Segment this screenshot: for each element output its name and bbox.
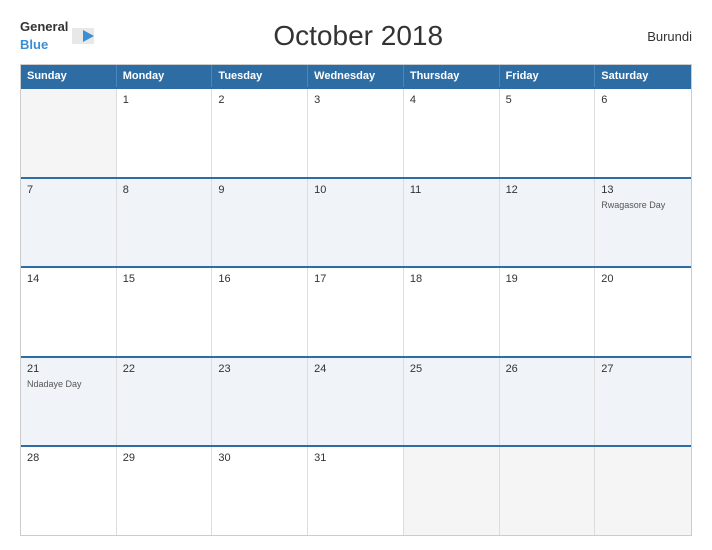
day-cell-w4-d7: 27 [595,358,691,446]
day-number: 25 [410,363,493,375]
day-number: 26 [506,363,589,375]
day-number: 24 [314,363,397,375]
day-number: 31 [314,452,397,464]
country-name: Burundi [622,29,692,44]
day-number: 14 [27,273,110,285]
weeks-container: 12345678910111213Rwagasore Day1415161718… [21,87,691,535]
week-row-2: 7 89 10 11 12 13 Rwagasore Day [21,177,691,267]
week-row-1: 123456 [21,87,691,177]
day-cell-w5-d1: 28 [21,447,117,535]
day-cell-w2-d4: 10 [308,179,404,267]
day-number: 2 [218,94,301,106]
day-cell-w5-d3: 30 [212,447,308,535]
day-number: 12 [506,184,589,196]
logo: General Blue [20,18,94,54]
day-number: 10 [314,184,397,196]
day-cell-w1-d3: 2 [212,89,308,177]
day-number: 4 [410,94,493,106]
day-cell-w5-d7 [595,447,691,535]
header-friday: Friday [500,65,596,87]
logo-text: General Blue [20,18,68,54]
logo-blue-text: Blue [20,37,48,52]
logo-flag-icon [72,28,94,44]
day-cell-w4-d5: 25 [404,358,500,446]
header-tuesday: Tuesday [212,65,308,87]
day-cell-w1-d5: 4 [404,89,500,177]
week-row-5: 28 29 30 31 [21,445,691,535]
day-cell-w3-d7: 20 [595,268,691,356]
day-cell-w1-d4: 3 [308,89,404,177]
day-cell-w2-d7: 13 Rwagasore Day [595,179,691,267]
week-row-3: 14 15 16 17 18 19 20 [21,266,691,356]
day-cell-w1-d6: 5 [500,89,596,177]
day-number: 1 [123,94,206,106]
day-cell-w3-d5: 18 [404,268,500,356]
day-number: 28 [27,452,110,464]
day-number: 19 [506,273,589,285]
day-number: 23 [218,363,301,375]
day-cell-w5-d6 [500,447,596,535]
day-number: 27 [601,363,685,375]
day-number: 8 [123,184,206,196]
day-cell-w3-d4: 17 [308,268,404,356]
day-cell-w4-d1: 21 Ndadaye Day [21,358,117,446]
day-number: 6 [601,94,685,106]
calendar-page: General Blue October 2018 Burundi Sunday… [0,0,712,550]
day-number: 9 [218,184,301,196]
day-number: 11 [410,184,493,196]
day-cell-w2-d2: 8 [117,179,213,267]
calendar-header: General Blue October 2018 Burundi [20,18,692,54]
day-cell-w3-d3: 16 [212,268,308,356]
day-number: 3 [314,94,397,106]
day-number: 21 [27,363,110,375]
day-cell-w4-d2: 22 [117,358,213,446]
day-cell-w5-d4: 31 [308,447,404,535]
day-cell-w4-d6: 26 [500,358,596,446]
day-cell-w2-d3: 9 [212,179,308,267]
month-title: October 2018 [94,20,622,52]
holiday-label: Ndadaye Day [27,379,110,391]
header-thursday: Thursday [404,65,500,87]
day-number: 5 [506,94,589,106]
day-cell-w3-d2: 15 [117,268,213,356]
day-number: 22 [123,363,206,375]
day-cell-w3-d1: 14 [21,268,117,356]
header-wednesday: Wednesday [308,65,404,87]
day-cell-w2-d5: 11 [404,179,500,267]
day-cell-w5-d2: 29 [117,447,213,535]
day-cell-w5-d5 [404,447,500,535]
day-cell-w1-d7: 6 [595,89,691,177]
day-headers-row: Sunday Monday Tuesday Wednesday Thursday… [21,65,691,87]
day-number: 16 [218,273,301,285]
header-monday: Monday [117,65,213,87]
day-cell-w2-d6: 12 [500,179,596,267]
day-number: 17 [314,273,397,285]
week-row-4: 21 Ndadaye Day 22 23 24 25 26 27 [21,356,691,446]
day-cell-w2-d1: 7 [21,179,117,267]
day-cell-w1-d2: 1 [117,89,213,177]
day-cell-w1-d1 [21,89,117,177]
calendar-grid: Sunday Monday Tuesday Wednesday Thursday… [20,64,692,536]
logo-general: General [20,19,68,34]
header-saturday: Saturday [595,65,691,87]
header-sunday: Sunday [21,65,117,87]
day-cell-w3-d6: 19 [500,268,596,356]
day-number: 7 [27,184,110,196]
day-number: 18 [410,273,493,285]
day-number: 30 [218,452,301,464]
day-number: 29 [123,452,206,464]
day-number: 13 [601,184,685,196]
day-cell-w4-d4: 24 [308,358,404,446]
day-number: 15 [123,273,206,285]
day-cell-w4-d3: 23 [212,358,308,446]
holiday-label: Rwagasore Day [601,200,685,212]
day-number: 20 [601,273,685,285]
